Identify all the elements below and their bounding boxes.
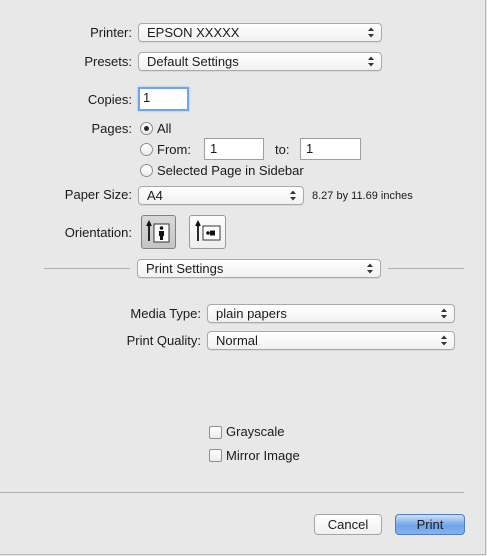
- presets-popup[interactable]: Default Settings: [138, 52, 382, 71]
- pages-selected-label: Selected Page in Sidebar: [157, 163, 304, 178]
- grayscale-checkbox[interactable]: [209, 426, 222, 439]
- print-dialog: Printer: EPSON XXXXX Presets: Default Se…: [0, 0, 486, 555]
- media-type-popup[interactable]: plain papers: [207, 304, 455, 323]
- presets-label: Presets:: [84, 54, 132, 69]
- presets-value: Default Settings: [147, 54, 239, 69]
- media-type-label: Media Type:: [130, 306, 201, 321]
- pages-from-radio[interactable]: [140, 143, 153, 156]
- section-popup[interactable]: Print Settings: [137, 259, 381, 278]
- updown-arrows-icon: [441, 335, 447, 346]
- paper-dimensions: 8.27 by 11.69 inches: [312, 190, 413, 202]
- landscape-orientation-icon: [195, 219, 221, 241]
- updown-arrows-icon: [367, 263, 373, 274]
- updown-arrows-icon: [441, 308, 447, 319]
- updown-arrows-icon: [290, 190, 296, 201]
- pages-selected-radio[interactable]: [140, 164, 153, 177]
- section-divider-right: [388, 268, 464, 269]
- pages-to-label: to:: [275, 142, 290, 157]
- pages-from-label: From:: [157, 142, 191, 157]
- print-button[interactable]: Print: [395, 514, 465, 535]
- portrait-orientation-icon: [146, 219, 170, 243]
- orientation-label: Orientation:: [64, 225, 132, 240]
- copies-label: Copies:: [87, 92, 132, 107]
- print-quality-value: Normal: [216, 333, 258, 348]
- mirror-image-checkbox[interactable]: [209, 449, 222, 462]
- printer-popup[interactable]: EPSON XXXXX: [138, 23, 382, 42]
- updown-arrows-icon: [368, 56, 374, 67]
- media-type-value: plain papers: [216, 306, 287, 321]
- pages-label: Pages:: [91, 121, 132, 136]
- updown-arrows-icon: [368, 27, 374, 38]
- pages-from-field[interactable]: 1: [204, 138, 264, 160]
- pages-all-label: All: [157, 121, 172, 136]
- paper-size-label: Paper Size:: [64, 187, 132, 202]
- grayscale-label: Grayscale: [226, 424, 285, 439]
- pages-to-field[interactable]: 1: [300, 138, 361, 160]
- bottom-divider: [0, 492, 464, 493]
- paper-size-popup[interactable]: A4: [138, 186, 304, 205]
- copies-field[interactable]: 1: [138, 87, 189, 111]
- landscape-orientation-button[interactable]: [189, 215, 226, 249]
- cancel-button[interactable]: Cancel: [314, 514, 382, 535]
- print-quality-popup[interactable]: Normal: [207, 331, 455, 350]
- section-popup-value: Print Settings: [146, 261, 224, 276]
- print-quality-label: Print Quality:: [126, 333, 201, 348]
- pages-all-radio[interactable]: [140, 122, 153, 135]
- paper-size-value: A4: [147, 188, 163, 203]
- printer-value: EPSON XXXXX: [147, 25, 240, 40]
- section-divider-left: [44, 268, 130, 269]
- radio-selected-dot: [144, 126, 149, 131]
- portrait-orientation-button[interactable]: [141, 215, 176, 249]
- printer-label: Printer:: [90, 25, 132, 40]
- mirror-image-label: Mirror Image: [226, 448, 300, 463]
